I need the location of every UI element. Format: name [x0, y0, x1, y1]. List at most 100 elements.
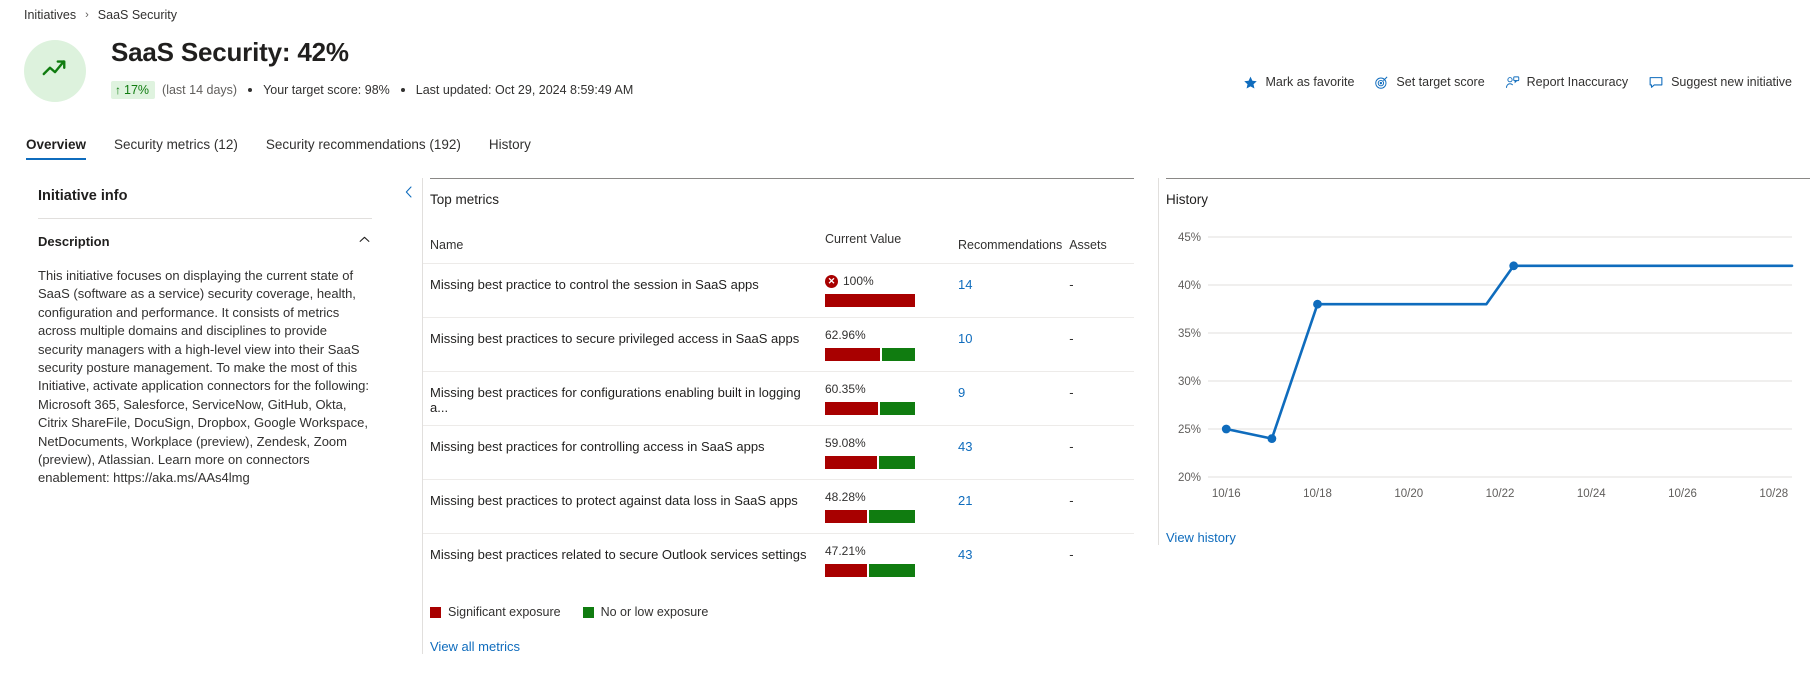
- chart-data-point[interactable]: [1509, 261, 1519, 271]
- metric-value-text: 59.08%: [825, 436, 866, 450]
- column-header-current-value: Current Value: [818, 225, 951, 264]
- metric-recommendations-link[interactable]: 10: [951, 317, 1063, 372]
- metric-assets: -: [1062, 479, 1134, 534]
- metric-current-value-cell: 62.96%: [818, 317, 951, 372]
- separator-dot: [248, 88, 253, 92]
- metric-assets: -: [1069, 547, 1074, 562]
- history-line-chart-svg: 20% 25% 30% 35% 40% 45% 10/16 10/18 10/20 10/22 10…: [1178, 232, 1794, 500]
- x-axis-tick-label: 10/18: [1303, 488, 1332, 500]
- metric-value-text: 62.96%: [825, 328, 866, 342]
- chart-data-point[interactable]: [1313, 299, 1322, 309]
- initiative-avatar: [24, 40, 86, 102]
- x-axis-tick-label: 10/26: [1668, 488, 1697, 500]
- history-chart: 20% 25% 30% 35% 40% 45% 10/16 10/18 10/20 10/22 10…: [1159, 223, 1810, 518]
- table-row[interactable]: Missing best practices related to secure…: [423, 534, 1134, 588]
- exposure-bar-low: [869, 510, 915, 523]
- table-row[interactable]: Missing best practices for controlling a…: [423, 425, 1134, 480]
- target-icon: [1374, 75, 1389, 90]
- table-row[interactable]: Missing best practices to secure privile…: [423, 317, 1134, 372]
- exposure-bar-low: [882, 348, 915, 361]
- metric-recommendations-link[interactable]: 21: [951, 479, 1063, 534]
- legend-swatch-green-icon: [582, 606, 594, 618]
- legend-item-no-or-low-exposure: No or low exposure: [582, 605, 709, 619]
- metric-current-value-cell: 60.35%: [818, 371, 951, 426]
- x-axis-tick-label: 10/16: [1212, 488, 1241, 500]
- chart-data-point[interactable]: [1267, 434, 1277, 443]
- metric-assets: -: [1062, 263, 1134, 318]
- chart-data-point[interactable]: [1221, 424, 1231, 434]
- table-row[interactable]: Missing best practice to control the ses…: [423, 263, 1134, 318]
- tab-security-metrics[interactable]: Security metrics (12): [114, 137, 238, 160]
- y-axis-tick-label: 30%: [1178, 376, 1201, 388]
- metric-assets: -: [1062, 425, 1134, 480]
- history-title: History: [1166, 192, 1209, 207]
- metric-current-value-cell: 59.08%: [818, 425, 951, 480]
- table-row[interactable]: Missing best practices to protect agains…: [423, 479, 1134, 534]
- chevron-left-icon: [401, 184, 417, 205]
- y-axis-tick-label: 40%: [1178, 280, 1201, 292]
- report-inaccuracy-button[interactable]: Report Inaccuracy: [1505, 75, 1628, 90]
- metric-current-value-cell: 48.28%: [818, 479, 951, 534]
- last-updated-text: Last updated: Oct 29, 2024 8:59:49 AM: [415, 83, 634, 97]
- tab-security-recommendations[interactable]: Security recommendations (192): [266, 137, 461, 160]
- tab-bar: Overview Security metrics (12) Security …: [0, 126, 1810, 160]
- initiative-info-panel: Initiative info Description This initiat…: [24, 178, 396, 488]
- tab-history[interactable]: History: [489, 137, 531, 160]
- exposure-bar-significant: [825, 294, 915, 307]
- y-axis-tick-label: 45%: [1178, 232, 1201, 244]
- x-axis-tick-label: 10/24: [1577, 488, 1606, 500]
- exposure-bar-significant: [825, 348, 881, 361]
- exposure-bar: [825, 564, 915, 577]
- metric-value-text: 47.21%: [825, 544, 866, 558]
- chart-series-line: [1224, 264, 1794, 440]
- view-all-metrics-link[interactable]: View all metrics: [430, 639, 1134, 654]
- legend-label-significant-exposure: Significant exposure: [448, 605, 561, 619]
- view-history-link[interactable]: View history: [1166, 530, 1810, 545]
- metric-current-value-cell: ✕ 100%: [818, 263, 951, 318]
- metric-recommendations-link[interactable]: 14: [951, 263, 1063, 318]
- column-header-assets: Assets: [1062, 225, 1134, 264]
- metric-recommendations-link[interactable]: 9: [951, 371, 1063, 426]
- metrics-legend: Significant exposure No or low exposure: [430, 605, 1134, 619]
- score-delta-badge: ↑ 17%: [111, 81, 156, 99]
- breadcrumb-separator-icon: ›: [85, 8, 89, 21]
- x-axis-tick-label: 10/22: [1486, 488, 1515, 500]
- suggest-new-initiative-button[interactable]: Suggest new initiative: [1648, 74, 1792, 90]
- chevron-up-icon[interactable]: [357, 232, 372, 250]
- column-header-recommendations: Recommendations: [951, 225, 1063, 264]
- exposure-bar-significant: [825, 402, 879, 415]
- arrow-up-icon: ↑: [115, 83, 121, 97]
- metric-recommendations-link[interactable]: 43: [951, 425, 1063, 480]
- top-metrics-table: Name Current Value Recommendations Asset…: [423, 225, 1134, 587]
- top-metrics-title: Top metrics: [430, 192, 500, 207]
- mark-as-favorite-button[interactable]: Mark as favorite: [1243, 75, 1354, 90]
- set-target-score-label: Set target score: [1396, 75, 1485, 89]
- legend-swatch-red-icon: [430, 606, 441, 618]
- page-title: SaaS Security: 42%: [111, 37, 349, 67]
- breadcrumb: Initiatives › SaaS Security: [0, 0, 1810, 24]
- exposure-bar: [825, 294, 915, 307]
- y-axis-tick-label: 35%: [1178, 328, 1201, 340]
- breadcrumb-initiatives[interactable]: Initiatives: [24, 8, 76, 22]
- description-section-header[interactable]: Description: [38, 232, 372, 250]
- exposure-bar-low: [880, 402, 915, 415]
- divider: [38, 218, 372, 219]
- metric-recommendations-link[interactable]: 43: [951, 534, 1062, 588]
- metric-name: Missing best practices to protect agains…: [423, 479, 818, 534]
- set-target-score-button[interactable]: Set target score: [1374, 75, 1485, 90]
- target-score-text: Your target score: 98%: [263, 83, 390, 97]
- tab-overview[interactable]: Overview: [26, 137, 87, 160]
- exposure-bar-low: [879, 456, 915, 469]
- metric-current-value-cell: 47.21%: [818, 534, 951, 588]
- breadcrumb-current[interactable]: SaaS Security: [98, 8, 177, 22]
- score-delta-note: (last 14 days): [162, 83, 238, 97]
- exposure-bar-low: [868, 564, 915, 577]
- collapse-panel-button[interactable]: [396, 178, 422, 205]
- y-axis-tick-label: 25%: [1178, 424, 1201, 436]
- legend-label-no-or-low-exposure: No or low exposure: [600, 605, 709, 619]
- metric-assets: -: [1062, 317, 1134, 372]
- table-row[interactable]: Missing best practices for configuration…: [423, 371, 1134, 426]
- exposure-bar: [825, 510, 915, 523]
- legend-item-significant-exposure: Significant exposure: [430, 605, 561, 619]
- star-icon: [1243, 75, 1258, 90]
